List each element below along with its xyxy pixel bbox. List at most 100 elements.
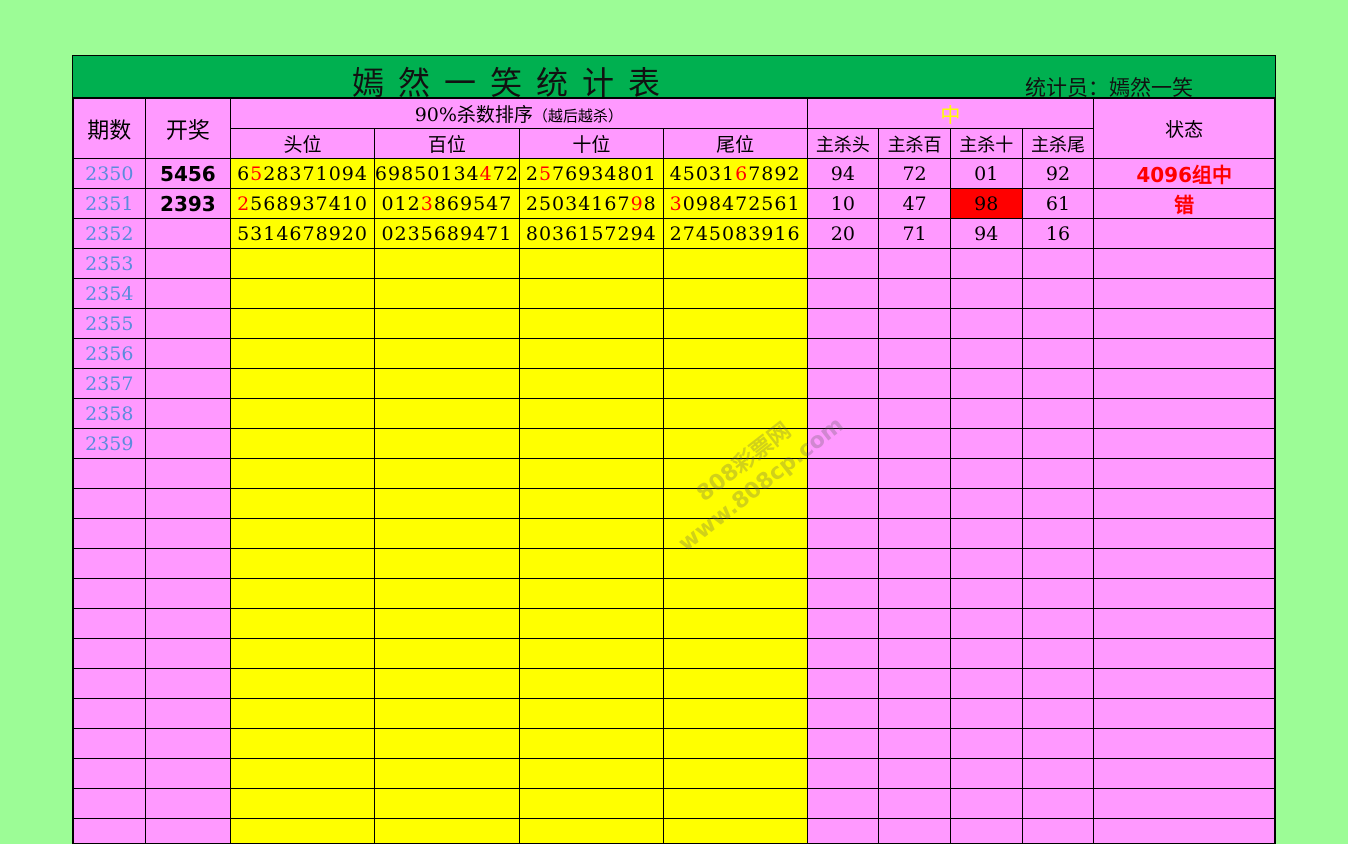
- kill-sequence-cell[interactable]: [373, 728, 520, 759]
- draw-cell[interactable]: [144, 608, 232, 639]
- status-cell[interactable]: [1093, 788, 1275, 819]
- draw-cell[interactable]: 2393: [144, 188, 232, 219]
- main-kill-cell[interactable]: [806, 308, 880, 339]
- draw-cell[interactable]: [144, 758, 232, 789]
- header-draw[interactable]: 开奖: [144, 98, 232, 159]
- kill-sequence-cell[interactable]: [662, 248, 808, 279]
- kill-sequence-cell[interactable]: [373, 788, 520, 819]
- main-kill-cell[interactable]: [1021, 248, 1095, 279]
- main-kill-cell[interactable]: [806, 818, 880, 843]
- kill-sequence-cell[interactable]: [662, 608, 808, 639]
- main-kill-cell[interactable]: [1021, 818, 1095, 843]
- kill-sequence-cell[interactable]: [230, 638, 375, 669]
- main-kill-cell[interactable]: [806, 728, 880, 759]
- kill-sequence-cell[interactable]: [230, 518, 375, 549]
- main-kill-cell[interactable]: [878, 428, 951, 459]
- status-cell[interactable]: [1093, 638, 1275, 669]
- main-kill-cell[interactable]: [949, 728, 1023, 759]
- period-cell[interactable]: 2355: [73, 308, 146, 339]
- main-kill-cell[interactable]: [878, 338, 951, 369]
- kill-sequence-cell[interactable]: [230, 758, 375, 789]
- main-kill-cell[interactable]: [1021, 548, 1095, 579]
- header-main-kill-hundreds[interactable]: 主杀百: [878, 128, 951, 159]
- kill-sequence-cell[interactable]: [518, 338, 664, 369]
- kill-sequence-cell[interactable]: [662, 458, 808, 489]
- header-position-hundreds[interactable]: 百位: [373, 128, 520, 159]
- draw-cell[interactable]: [144, 638, 232, 669]
- draw-cell[interactable]: [144, 308, 232, 339]
- status-cell[interactable]: [1093, 218, 1275, 249]
- kill-sequence-cell[interactable]: [373, 248, 520, 279]
- kill-sequence-cell[interactable]: [518, 728, 664, 759]
- main-kill-cell[interactable]: [1021, 368, 1095, 399]
- kill-sequence-cell[interactable]: 2568937410: [230, 188, 375, 219]
- main-kill-cell[interactable]: [949, 338, 1023, 369]
- kill-sequence-cell[interactable]: [518, 488, 664, 519]
- kill-sequence-cell[interactable]: [230, 308, 375, 339]
- kill-sequence-cell[interactable]: [230, 458, 375, 489]
- main-kill-cell[interactable]: [878, 788, 951, 819]
- draw-cell[interactable]: [144, 518, 232, 549]
- header-period[interactable]: 期数: [73, 98, 146, 159]
- kill-sequence-cell[interactable]: 5314678920: [230, 218, 375, 249]
- main-kill-cell[interactable]: [949, 308, 1023, 339]
- main-kill-cell[interactable]: [1021, 608, 1095, 639]
- status-cell[interactable]: [1093, 578, 1275, 609]
- kill-sequence-cell[interactable]: [373, 608, 520, 639]
- kill-sequence-cell[interactable]: [518, 398, 664, 429]
- main-kill-cell[interactable]: [806, 488, 880, 519]
- period-cell[interactable]: 2352: [73, 218, 146, 249]
- main-kill-cell[interactable]: [878, 638, 951, 669]
- header-position-tens[interactable]: 十位: [518, 128, 664, 159]
- main-kill-cell[interactable]: [1021, 638, 1095, 669]
- kill-sequence-cell[interactable]: [518, 638, 664, 669]
- main-kill-cell[interactable]: [878, 518, 951, 549]
- kill-sequence-cell[interactable]: [518, 518, 664, 549]
- kill-sequence-cell[interactable]: [373, 818, 520, 843]
- period-cell[interactable]: [73, 728, 146, 759]
- period-cell[interactable]: [73, 668, 146, 699]
- kill-sequence-cell[interactable]: [662, 668, 808, 699]
- status-cell[interactable]: [1093, 728, 1275, 759]
- kill-sequence-cell[interactable]: [230, 548, 375, 579]
- main-kill-cell[interactable]: [1021, 668, 1095, 699]
- main-kill-cell[interactable]: [806, 458, 880, 489]
- main-kill-cell[interactable]: [806, 248, 880, 279]
- draw-cell[interactable]: [144, 578, 232, 609]
- main-kill-cell[interactable]: 16: [1021, 218, 1095, 249]
- period-cell[interactable]: [73, 758, 146, 789]
- draw-cell[interactable]: [144, 488, 232, 519]
- status-cell[interactable]: [1093, 368, 1275, 399]
- kill-sequence-cell[interactable]: [662, 728, 808, 759]
- kill-sequence-cell[interactable]: [518, 248, 664, 279]
- kill-sequence-cell[interactable]: [518, 788, 664, 819]
- main-kill-cell[interactable]: [949, 518, 1023, 549]
- period-cell[interactable]: 2350: [73, 158, 146, 189]
- main-kill-cell[interactable]: [806, 368, 880, 399]
- status-cell[interactable]: [1093, 278, 1275, 309]
- header-status[interactable]: 状态: [1093, 98, 1275, 159]
- header-main-kill-tail[interactable]: 主杀尾: [1021, 128, 1095, 159]
- main-kill-cell[interactable]: [949, 248, 1023, 279]
- main-kill-cell[interactable]: 20: [806, 218, 880, 249]
- main-kill-cell[interactable]: [878, 758, 951, 789]
- kill-sequence-cell[interactable]: [518, 578, 664, 609]
- kill-sequence-cell[interactable]: [662, 518, 808, 549]
- main-kill-cell[interactable]: [1021, 698, 1095, 729]
- period-cell[interactable]: 2359: [73, 428, 146, 459]
- draw-cell[interactable]: [144, 698, 232, 729]
- kill-sequence-cell[interactable]: [662, 398, 808, 429]
- main-kill-cell[interactable]: 10: [806, 188, 880, 219]
- header-kill-group[interactable]: 90%杀数排序（越后越杀）: [230, 98, 808, 129]
- kill-sequence-cell[interactable]: 2503416798: [518, 188, 664, 219]
- main-kill-cell[interactable]: [949, 818, 1023, 843]
- main-kill-cell[interactable]: 47: [878, 188, 951, 219]
- kill-sequence-cell[interactable]: 2576934801: [518, 158, 664, 189]
- period-cell[interactable]: 2353: [73, 248, 146, 279]
- kill-sequence-cell[interactable]: 0235689471: [373, 218, 520, 249]
- main-kill-cell[interactable]: [806, 668, 880, 699]
- period-cell[interactable]: [73, 458, 146, 489]
- main-kill-cell[interactable]: [806, 698, 880, 729]
- main-kill-cell[interactable]: [949, 788, 1023, 819]
- kill-sequence-cell[interactable]: [373, 698, 520, 729]
